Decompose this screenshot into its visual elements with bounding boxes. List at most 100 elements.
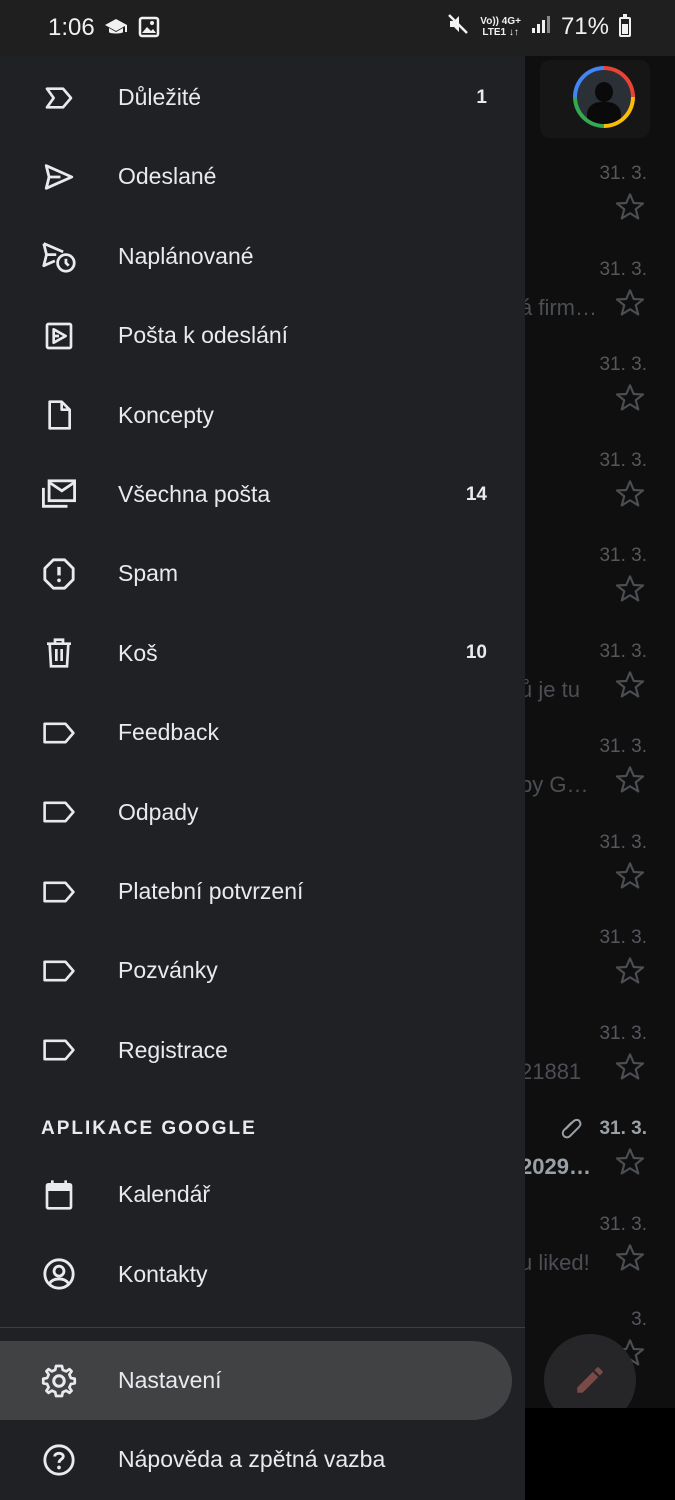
pencil-icon bbox=[577, 1367, 603, 1393]
mail-snippet: 2029… bbox=[520, 1154, 591, 1179]
draft-icon bbox=[40, 396, 78, 434]
nav-item-label: Odpady bbox=[118, 798, 199, 825]
send-icon bbox=[40, 158, 78, 196]
label-icon bbox=[40, 714, 78, 752]
list-item: 31. 3. bbox=[520, 927, 660, 1007]
nav-item-label: Feedback bbox=[118, 719, 220, 746]
mail-date: 31. 3. bbox=[599, 927, 647, 948]
list-item: 31. 3. bbox=[520, 832, 660, 912]
battery-icon bbox=[619, 13, 631, 37]
mail-date: 31. 3. bbox=[599, 640, 647, 662]
list-item: 31. 3. ů je tu bbox=[520, 641, 660, 721]
mail-date: 31. 3. bbox=[599, 1118, 647, 1139]
nav-item-label: Registrace bbox=[118, 1036, 228, 1063]
star-icon bbox=[614, 382, 646, 414]
nav-item-label: Důležité bbox=[118, 84, 202, 110]
help-icon bbox=[40, 1441, 78, 1479]
mute-icon bbox=[446, 12, 470, 41]
star-icon bbox=[614, 860, 646, 892]
nav-item-label: Koncepty bbox=[118, 401, 214, 428]
nav-item-scheduled[interactable]: Naplánované bbox=[0, 217, 525, 296]
list-item: 31. 3. 21881 bbox=[520, 1023, 660, 1103]
mail-snippet: ů je tu bbox=[520, 676, 580, 702]
nav-item-contacts[interactable]: Kontakty bbox=[0, 1235, 525, 1314]
image-icon bbox=[138, 16, 160, 43]
important-icon bbox=[40, 79, 78, 117]
contacts-icon bbox=[40, 1255, 78, 1293]
mail-snippet: 21881 bbox=[520, 1058, 582, 1084]
network-top-text: Vo)) 4G+ bbox=[480, 15, 521, 27]
spam-icon bbox=[40, 555, 78, 593]
star-icon bbox=[614, 1051, 646, 1083]
list-item: 31. 3. 2029… bbox=[520, 1118, 660, 1198]
mail-date: 31. 3. bbox=[599, 736, 647, 757]
all-mail-icon bbox=[40, 476, 78, 514]
list-item: 31. 3. bbox=[520, 354, 660, 434]
label-icon bbox=[40, 1031, 78, 1069]
star-icon bbox=[614, 1146, 646, 1178]
attachment-icon bbox=[558, 1115, 584, 1141]
nav-item-all-mail[interactable]: Všechna pošta 14 bbox=[0, 455, 525, 534]
star-icon bbox=[614, 478, 646, 510]
nav-item-settings[interactable]: Nastavení bbox=[0, 1341, 525, 1420]
schedule-send-icon bbox=[40, 237, 78, 275]
star-icon bbox=[614, 955, 646, 987]
nav-item-spam[interactable]: Spam bbox=[0, 534, 525, 613]
mail-date: 3. bbox=[631, 1309, 647, 1330]
mail-date: 31. 3. bbox=[599, 1213, 647, 1235]
star-icon bbox=[614, 669, 646, 701]
nav-item-label: Kalendář bbox=[118, 1181, 211, 1207]
nav-item-label: Platební potvrzení bbox=[118, 878, 304, 904]
outbox-icon bbox=[40, 317, 78, 355]
nav-item-trash[interactable]: Koš 10 bbox=[0, 614, 525, 693]
nav-item-label: Nápověda a zpětná vazba bbox=[118, 1446, 386, 1472]
nav-item-label: Pozvánky bbox=[118, 957, 218, 984]
list-item: 31. 3. bbox=[520, 163, 660, 243]
nav-item-label: Kontakty bbox=[118, 1260, 208, 1287]
network-indicator: Vo)) 4G+ LTE1 ↓↑ bbox=[480, 16, 521, 38]
nav-item-label: Pošta k odeslání bbox=[118, 322, 289, 349]
list-item: 31. 3. u liked! bbox=[520, 1214, 660, 1294]
star-icon bbox=[614, 1242, 646, 1274]
nav-item-label-odpady[interactable]: Odpady bbox=[0, 773, 525, 852]
star-icon bbox=[614, 764, 646, 796]
status-bar: 1:06 Vo)) 4G+ LTE1 ↓↑ 71% bbox=[0, 0, 675, 56]
mail-snippet: by G… bbox=[520, 772, 589, 797]
list-item: 31. 3. by G… bbox=[520, 736, 660, 816]
nav-item-calendar[interactable]: Kalendář bbox=[0, 1155, 525, 1234]
nav-item-label-feedback[interactable]: Feedback bbox=[0, 693, 525, 772]
nav-item-important[interactable]: Důležité 1 bbox=[0, 58, 525, 137]
star-icon bbox=[614, 191, 646, 223]
nav-item-label-pozvanky[interactable]: Pozvánky bbox=[0, 931, 525, 1010]
network-bottom-text: LTE1 ↓↑ bbox=[482, 26, 519, 38]
section-header-google-apps: APLIKACE GOOGLE bbox=[41, 1118, 257, 1139]
navigation-drawer: Důležité 1 Odeslané Naplánované Pošta k odes… bbox=[0, 0, 525, 1500]
nav-item-help[interactable]: Nápověda a zpětná vazba bbox=[0, 1420, 525, 1499]
nav-item-label: Všechna pošta bbox=[118, 481, 271, 507]
mail-date: 31. 3. bbox=[599, 163, 647, 184]
nav-item-label: Nastavení bbox=[118, 1367, 222, 1393]
signal-icon bbox=[531, 14, 551, 39]
nav-item-sent[interactable]: Odeslané bbox=[0, 137, 525, 216]
trash-icon bbox=[40, 634, 78, 672]
nav-item-outbox[interactable]: Pošta k odeslání bbox=[0, 296, 525, 375]
avatar bbox=[573, 66, 635, 128]
unread-count: 14 bbox=[465, 483, 487, 505]
mail-snippet: u liked! bbox=[520, 1249, 590, 1275]
mail-date: 31. 3. bbox=[599, 545, 647, 566]
mail-date: 31. 3. bbox=[599, 1022, 647, 1044]
list-item: 31. 3. á firm… bbox=[520, 259, 660, 339]
mail-date: 31. 3. bbox=[599, 831, 647, 853]
list-item: 31. 3. bbox=[520, 545, 660, 625]
mail-date: 31. 3. bbox=[599, 449, 647, 471]
nav-item-label-registrace[interactable]: Registrace bbox=[0, 1011, 525, 1090]
label-icon bbox=[40, 793, 78, 831]
mail-date: 31. 3. bbox=[599, 354, 647, 375]
calendar-icon bbox=[40, 1176, 78, 1214]
divider bbox=[0, 1327, 525, 1328]
nav-item-label-platebni-potvrzeni[interactable]: Platební potvrzení bbox=[0, 852, 525, 931]
label-icon bbox=[40, 873, 78, 911]
nav-item-drafts[interactable]: Koncepty bbox=[0, 376, 525, 455]
nav-item-label: Koš bbox=[118, 639, 158, 666]
nav-item-label: Spam bbox=[118, 560, 179, 587]
